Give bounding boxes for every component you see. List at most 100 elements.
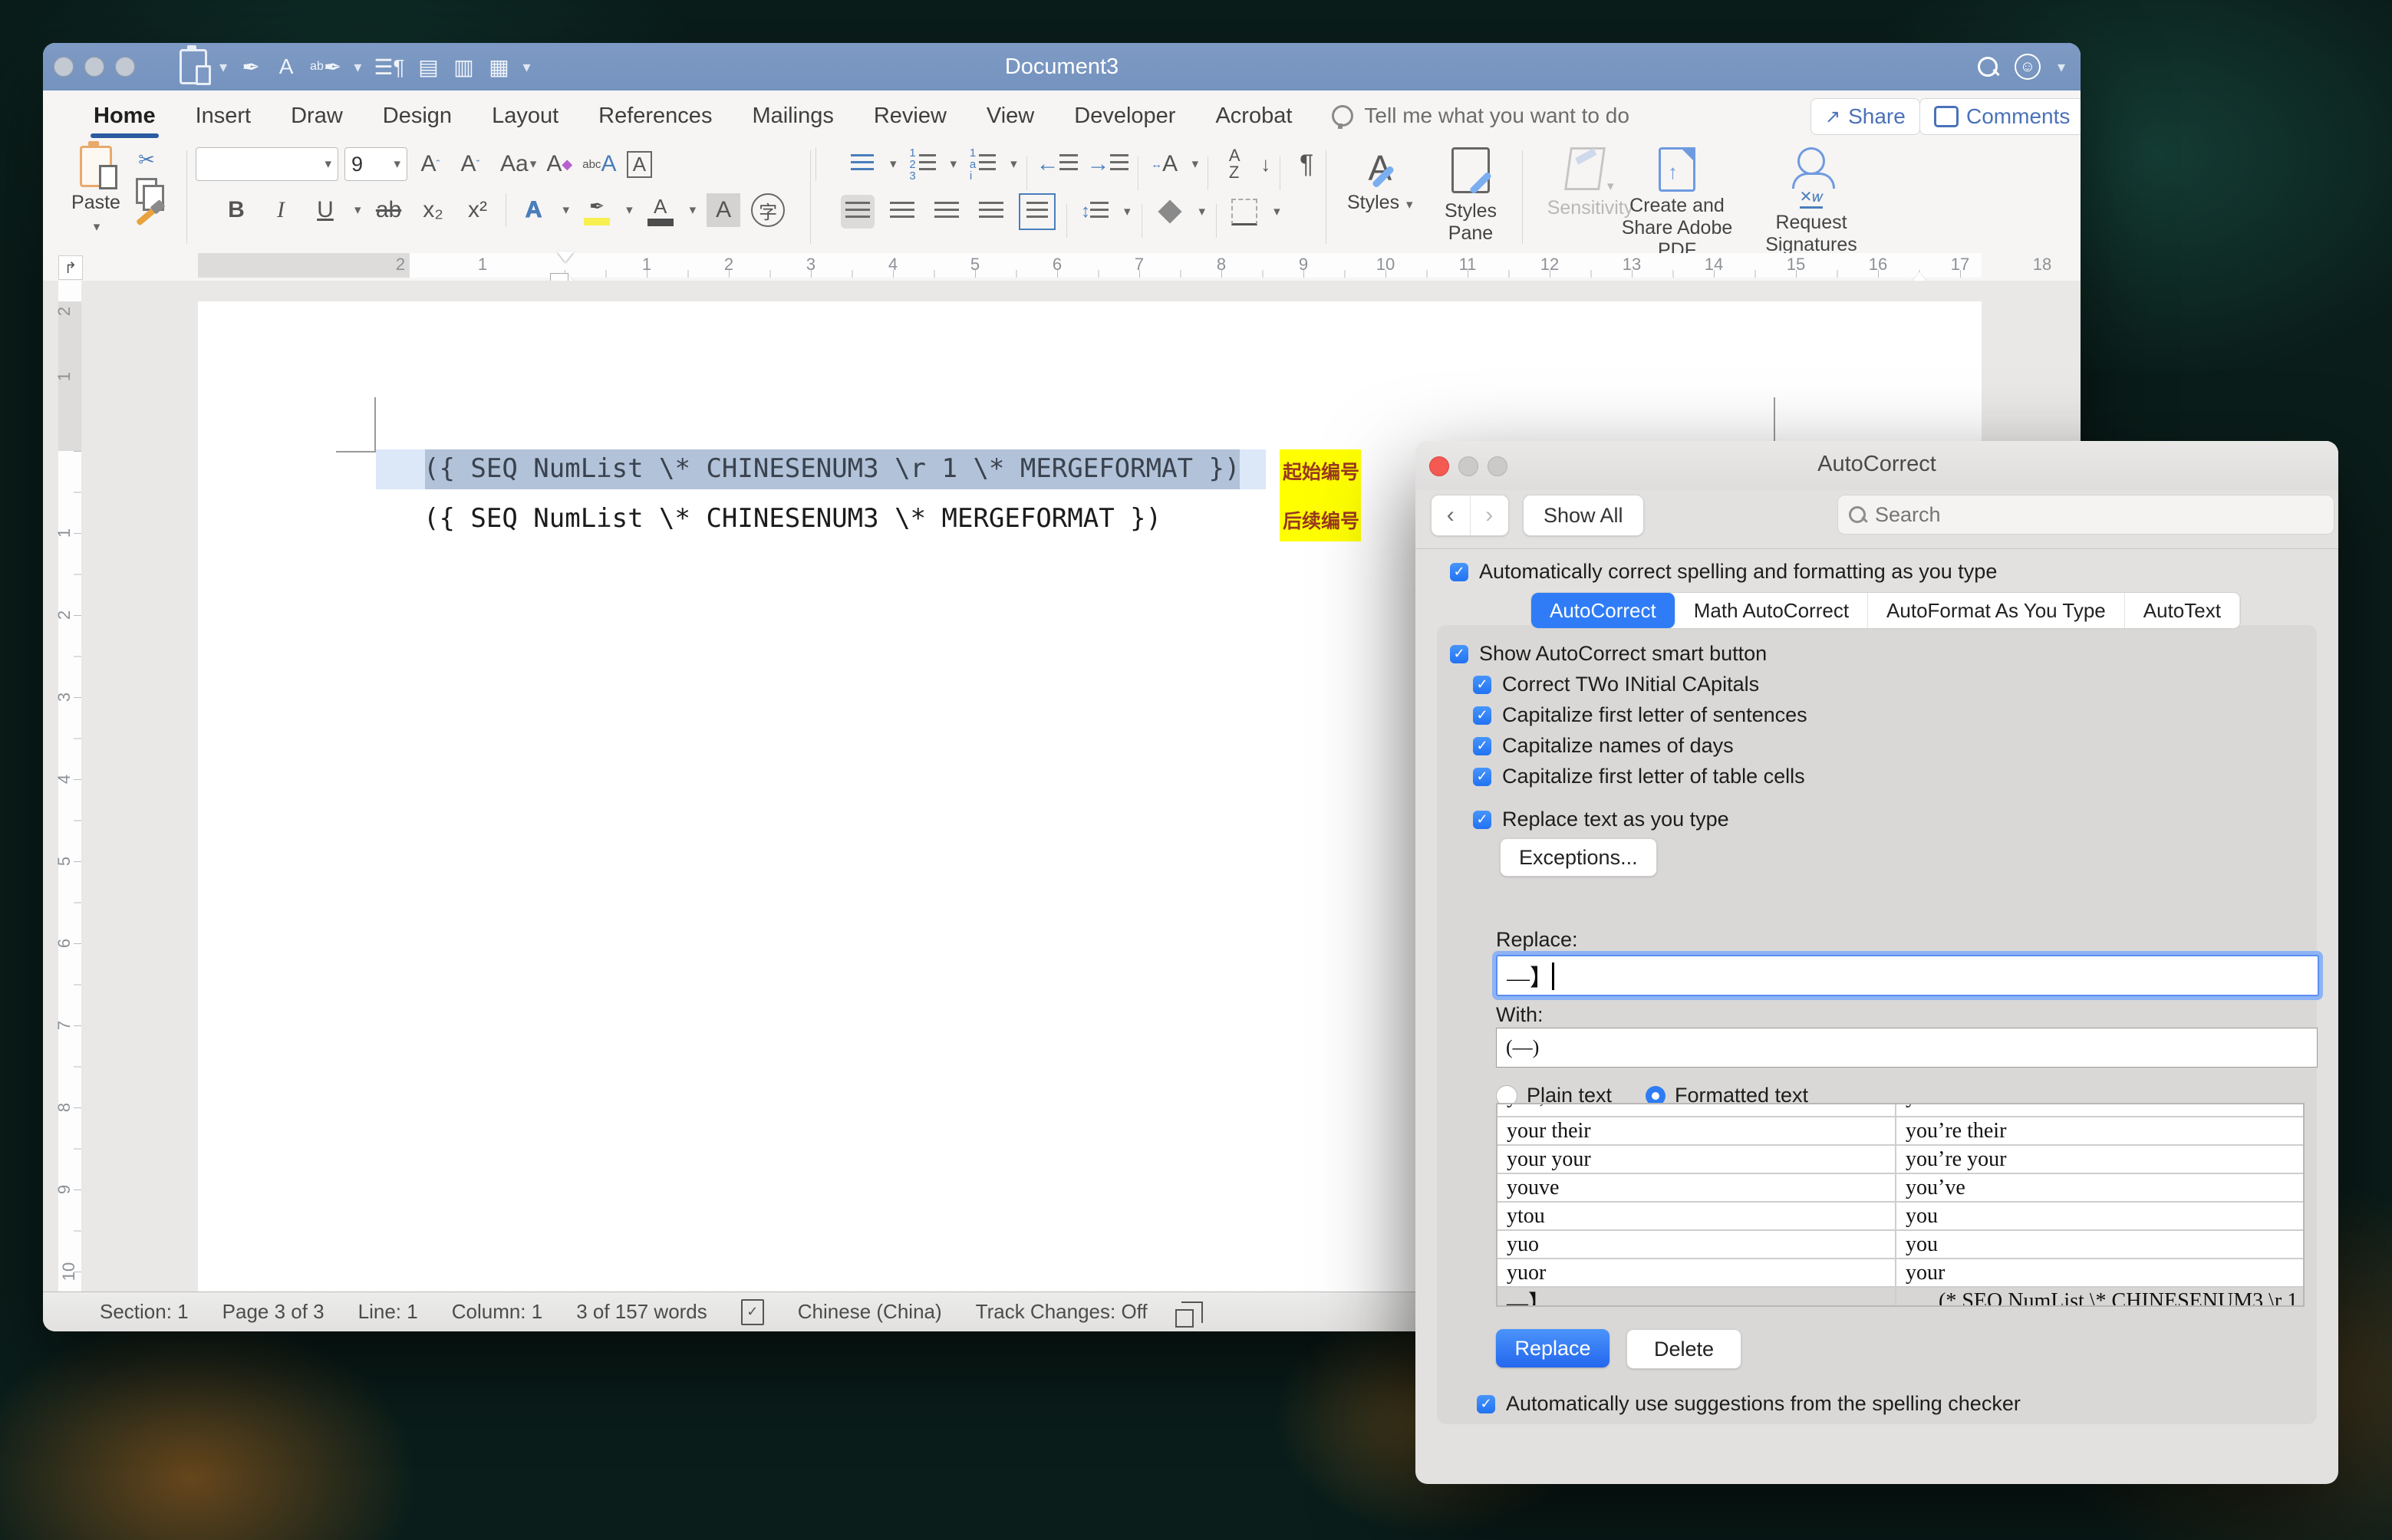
status-item[interactable]: Line: 1 — [358, 1300, 418, 1324]
chevron-down-icon[interactable]: ▾ — [354, 58, 361, 77]
minimize-button[interactable] — [1458, 456, 1478, 476]
font-color-button[interactable]: A — [644, 193, 677, 227]
spell-check-icon[interactable]: ✓ — [741, 1299, 764, 1325]
replace-button[interactable]: Replace — [1496, 1329, 1609, 1367]
chevron-down-icon[interactable]: ▾ — [1124, 204, 1131, 219]
table-row[interactable]: yuor your — [1497, 1259, 2303, 1288]
subscript-button[interactable]: x₂ — [417, 193, 450, 227]
table-row[interactable]: your their you’re their — [1497, 1117, 2303, 1146]
chevron-down-icon[interactable]: ▾ — [1273, 204, 1280, 219]
asian-layout-button[interactable]: ↔A — [1148, 147, 1181, 181]
ribbon-tab[interactable]: Design — [363, 90, 472, 141]
font-size-combo[interactable]: 9▾ — [344, 147, 407, 181]
dialog-tab[interactable]: Math AutoCorrect — [1675, 593, 1868, 628]
focus-mode-icon[interactable] — [1181, 1301, 1203, 1323]
autocorrect-option-checkbox[interactable]: ✓ Correct TWo INitial CApitals — [1473, 673, 1759, 696]
grid-icon[interactable]: ▥ — [453, 53, 476, 81]
bold-button[interactable]: B — [219, 193, 253, 227]
spelling-pen-icon[interactable]: ab✒ — [310, 53, 341, 81]
character-shading-button[interactable]: A — [707, 193, 740, 227]
feedback-smiley-icon[interactable]: ☺ — [2015, 54, 2041, 80]
chevron-down-icon[interactable]: ▾ — [1192, 156, 1199, 172]
ribbon-tab[interactable]: Draw — [271, 90, 363, 141]
ribbon-tab[interactable]: References — [578, 90, 732, 141]
show-paragraph-marks-button[interactable]: ¶ — [1290, 147, 1323, 181]
ribbon-tab[interactable]: Mailings — [732, 90, 853, 141]
autocorrect-option-checkbox[interactable]: ✓ Capitalize first letter of sentences — [1473, 703, 1807, 727]
change-case-button[interactable]: Aa▾ — [500, 147, 536, 181]
table-row[interactable]: your your you’re your — [1497, 1146, 2303, 1174]
forward-button[interactable]: › — [1470, 495, 1509, 535]
replace-input[interactable] — [1496, 955, 2319, 996]
comments-button[interactable]: Comments — [1919, 98, 2081, 135]
ribbon-tab[interactable]: View — [967, 90, 1054, 141]
table-icon[interactable]: ▦ — [488, 53, 511, 81]
ribbon-tab[interactable]: Developer — [1054, 90, 1195, 141]
table-row[interactable]: yuo you — [1497, 1231, 2303, 1259]
font-icon[interactable]: A — [275, 53, 298, 81]
field-code-line-2[interactable]: ({ SEQ NumList \* CHINESENUM3 \* MERGEFO… — [423, 503, 1161, 534]
multilevel-list-button[interactable]: 1ai — [966, 147, 1000, 181]
tab-selector[interactable]: ↱ — [58, 255, 83, 280]
request-signatures-button[interactable]: ✕𝑤 Request Signatures — [1754, 147, 1869, 256]
master-autocorrect-checkbox[interactable]: ✓ Automatically correct spelling and for… — [1450, 560, 1997, 584]
ribbon-tab[interactable]: Home — [74, 90, 176, 141]
spelling-suggestions-checkbox[interactable]: ✓ Automatically use suggestions from the… — [1477, 1392, 2021, 1416]
chevron-down-icon[interactable]: ▾ — [1010, 156, 1017, 172]
chevron-down-icon[interactable]: ▾ — [626, 202, 633, 218]
bullets-button[interactable] — [845, 147, 879, 181]
search-icon[interactable] — [1978, 57, 1998, 77]
ribbon-tab[interactable]: Layout — [472, 90, 578, 141]
grid-icon[interactable]: ▤ — [417, 53, 440, 81]
back-button[interactable]: ‹ — [1432, 495, 1470, 535]
italic-button[interactable]: I — [264, 193, 298, 227]
show-all-button[interactable]: Show All — [1523, 495, 1644, 536]
delete-button[interactable]: Delete — [1626, 1329, 1741, 1369]
chevron-down-icon[interactable]: ▾ — [2058, 58, 2065, 77]
phonetic-guide-button[interactable]: abcA — [582, 147, 616, 181]
sort-button[interactable]: AZ — [1217, 147, 1251, 181]
paragraph-format-icon[interactable]: ☰¶ — [374, 53, 404, 81]
cut-button[interactable]: ✂ — [138, 146, 155, 173]
zoom-button[interactable] — [115, 57, 135, 77]
status-track-changes[interactable]: Track Changes: Off — [976, 1300, 1148, 1324]
styles-pane-button[interactable]: Styles Pane — [1428, 147, 1513, 245]
dialog-tab[interactable]: AutoText — [2125, 593, 2240, 628]
field-code-line-1[interactable]: ({ SEQ NumList \* CHINESENUM3 \r 1 \* ME… — [423, 453, 1240, 484]
ribbon-tab[interactable]: Insert — [176, 90, 272, 141]
replace-as-you-type-checkbox[interactable]: ✓ Replace text as you type — [1473, 808, 1729, 831]
exceptions-button[interactable]: Exceptions... — [1500, 838, 1657, 877]
status-item[interactable]: Page 3 of 3 — [222, 1300, 325, 1324]
paste-icon[interactable] — [180, 49, 207, 84]
chevron-down-icon[interactable]: ▾ — [951, 156, 957, 172]
close-button[interactable] — [1429, 456, 1449, 476]
autocorrect-option-checkbox[interactable]: ✓ Capitalize first letter of table cells — [1473, 765, 1805, 788]
strikethrough-button[interactable]: ab — [372, 193, 406, 227]
align-right-button[interactable] — [930, 195, 964, 229]
text-effects-button[interactable]: A — [517, 193, 551, 227]
clear-formatting-button[interactable]: A◆ — [542, 147, 576, 181]
chevron-down-icon[interactable]: ▾ — [1199, 204, 1206, 219]
format-painter-icon[interactable]: ✒ — [239, 53, 262, 81]
chevron-down-icon[interactable]: ▾ — [690, 202, 697, 218]
status-language[interactable]: Chinese (China) — [798, 1300, 942, 1324]
superscript-button[interactable]: x² — [461, 193, 495, 227]
minimize-button[interactable] — [84, 57, 104, 77]
styles-button[interactable]: A Styles ▾ — [1347, 147, 1413, 214]
east-asian-layout-button[interactable]: 字 — [751, 193, 785, 227]
align-left-button[interactable] — [841, 195, 875, 229]
status-item[interactable]: Section: 1 — [100, 1300, 189, 1324]
shading-button[interactable] — [1153, 195, 1187, 229]
customize-toolbar-icon[interactable]: ▾ — [523, 58, 531, 77]
table-row[interactable]: you;re you’re — [1497, 1104, 2303, 1117]
decrease-indent-button[interactable]: ← — [1036, 147, 1078, 181]
horizontal-ruler[interactable]: ↱ 21 12345678910111213141516171819 — [43, 253, 2081, 281]
chevron-down-icon[interactable]: ▾ — [563, 202, 570, 218]
paste-button[interactable]: Paste ▾ — [69, 146, 123, 236]
chevron-down-icon[interactable]: ▾ — [354, 202, 361, 218]
with-input[interactable] — [1496, 1028, 2318, 1068]
ribbon-tab[interactable]: Acrobat — [1195, 90, 1312, 141]
line-spacing-button[interactable]: ↕ — [1078, 195, 1112, 229]
share-button[interactable]: ↗ Share — [1810, 98, 1920, 135]
create-adobe-pdf-button[interactable]: Create and Share Adobe PDF — [1608, 147, 1746, 262]
